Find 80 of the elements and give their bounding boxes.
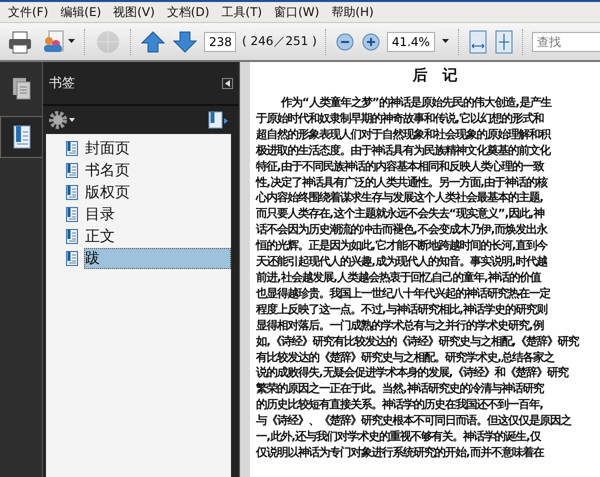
- collapse-button[interactable]: [222, 78, 233, 88]
- text-line: 繁荣的原因之一正在于此。当然,神话研究史的冷清与神话研究: [256, 381, 544, 398]
- zoom-out-button[interactable]: [334, 32, 355, 52]
- page-count: ( 246／251 ): [242, 33, 317, 50]
- down-arrow-icon: [173, 30, 197, 52]
- fit-width-icon: [468, 30, 487, 54]
- menu-item[interactable]: 视图(V): [107, 4, 161, 20]
- bookmark-icon: [66, 206, 78, 222]
- text-line: 与《诗经》、《楚辞》研究史根本不可同日而语。但这仅仅是原因之: [256, 413, 571, 430]
- text-line: 于原始时代和奴隶制早期的神奇故事和传说,它以幻想的形式和: [256, 110, 544, 127]
- text-line: 显得相对落后。一门成熟的学术总有与之并行的学术史研究,例: [256, 318, 544, 334]
- bookmark-label: 跋: [84, 248, 231, 268]
- bookmark-icon: [66, 250, 78, 266]
- panel-title: 书签: [49, 75, 75, 92]
- text-line: 的历史比较短有直接关系。神话学的历史在我国还不到一百年,: [256, 397, 544, 414]
- caret-icon: [68, 39, 75, 44]
- previous-page-button[interactable]: [140, 30, 166, 54]
- bookmark-icon: [66, 184, 78, 200]
- bookmark-label: 正文: [84, 226, 116, 246]
- text-line: 一,此外,还与我们对学术史的重视不够有关。神话学的诞生,仅: [256, 429, 540, 445]
- menu-item[interactable]: 文件(F): [2, 4, 54, 20]
- text-line: 程度上反映了这一点。不过,与神话研究相比,神话学史的研究则: [256, 302, 548, 318]
- text-line: 前进,社会越发展,人类越会热衷于回忆自己的童年,神话的价值: [256, 270, 540, 286]
- bookmark-arrow-icon: [208, 111, 230, 129]
- page-number-field[interactable]: 238: [204, 32, 236, 52]
- menu-item[interactable]: 帮助(H): [325, 4, 380, 20]
- text-line: 极进取的生活态度。由于神话具有为民族精神文化奠基的前文化: [256, 142, 550, 159]
- next-page-button[interactable]: [172, 30, 198, 54]
- text-line: 仅说明以神话为专门对象进行系统研究的开始,而并不意味着在: [256, 444, 544, 461]
- bookmark-icon: [66, 228, 78, 244]
- text-line: 超自然的形象表现人们对于自然现象和社会现象的原始理解和积: [256, 126, 550, 143]
- text-line: 而只要人类存在,这个主题就永远不会失去“现实意义”,因此,神: [256, 206, 544, 222]
- fit-width-button[interactable]: [468, 28, 488, 54]
- zoom-in-button[interactable]: [360, 32, 381, 52]
- text-line: 性,决定了神话具有广泛的人类共通性。另一方面,由于神话的核: [256, 174, 548, 190]
- bookmark-label: 目录: [84, 204, 116, 224]
- menu-item[interactable]: 窗口(W): [268, 4, 326, 20]
- bookmark-item[interactable]: 封面页: [46, 138, 231, 158]
- bookmarks-icon: [10, 124, 32, 150]
- text-line: 作为“人类童年之梦”的神话是原始先民的伟大创造,是产生: [280, 95, 551, 111]
- bookmark-item[interactable]: 跋: [46, 248, 231, 268]
- text-line: 天还能引起现代人的兴趣,成为现代人的知音。事实说明,时代越: [256, 254, 548, 270]
- gear-icon: [48, 110, 68, 130]
- caret-icon: [69, 118, 75, 122]
- text-line: 恒的光辉。正是因为如此,它才能不断地跨越时间的长河,直到今: [256, 238, 548, 254]
- text-line: 话不会因为历史潮流的冲击而褪色,不会变成木乃伊,而焕发出永: [256, 222, 548, 238]
- bookmark-label: 封面页: [84, 138, 131, 158]
- caret-icon: [442, 39, 449, 44]
- zoom-dropdown-button[interactable]: [440, 38, 450, 45]
- printer-icon: [7, 28, 33, 54]
- page-heading: 后 记: [411, 66, 458, 85]
- text-line: 也显得越珍贵。我国上一世纪八十年代兴起的神话研究热在一定: [256, 286, 550, 302]
- fit-page-button[interactable]: [494, 28, 514, 54]
- fit-page-icon: [494, 30, 513, 54]
- globe-icon: [95, 28, 121, 54]
- bookmark-item[interactable]: 书名页: [46, 160, 231, 180]
- zoom-out-icon: [336, 32, 354, 50]
- text-line: 有比较发达的《楚辞》研究史与之相配。研究学术史,总结各家之: [256, 350, 554, 366]
- bookmark-item[interactable]: 版权页: [46, 182, 231, 202]
- text-line: 如,《诗经》研究有比较发达的《诗经》研究史与之相配,《楚辞》研究: [256, 334, 579, 350]
- search-field[interactable]: 查找: [532, 32, 600, 52]
- zoom-in-icon: [362, 32, 380, 50]
- options-button[interactable]: [47, 109, 76, 131]
- bookmark-icon: [66, 162, 78, 178]
- bookmark-label: 版权页: [84, 182, 131, 202]
- text-line: 心内容始终围绕着谋求生存与发展这个人类社会最基本的主题,: [256, 190, 544, 206]
- left-triangle-icon: [225, 80, 230, 86]
- sidebar-tab[interactable]: [0, 116, 42, 158]
- menu-item[interactable]: 文档(D): [160, 4, 216, 20]
- bookmark-label: 书名页: [84, 160, 131, 180]
- text-line: 说的成败得失,无疑会促进学术本身的发展,《诗经》和《楚辞》研究: [256, 365, 568, 382]
- bookmark-item[interactable]: 正文: [46, 226, 231, 246]
- text-line: 特征,由于不同民族神话的内容基本相同和反映人类心理的一致: [256, 158, 544, 175]
- menu-item[interactable]: 工具(T): [215, 4, 268, 20]
- zoom-field[interactable]: 41.4%: [386, 32, 435, 52]
- bookmark-item[interactable]: 目录: [46, 204, 231, 224]
- bookmark-icon: [66, 140, 78, 156]
- pages-icon: [12, 77, 32, 101]
- up-arrow-icon: [141, 30, 165, 52]
- menu-item[interactable]: 编辑(E): [54, 4, 108, 20]
